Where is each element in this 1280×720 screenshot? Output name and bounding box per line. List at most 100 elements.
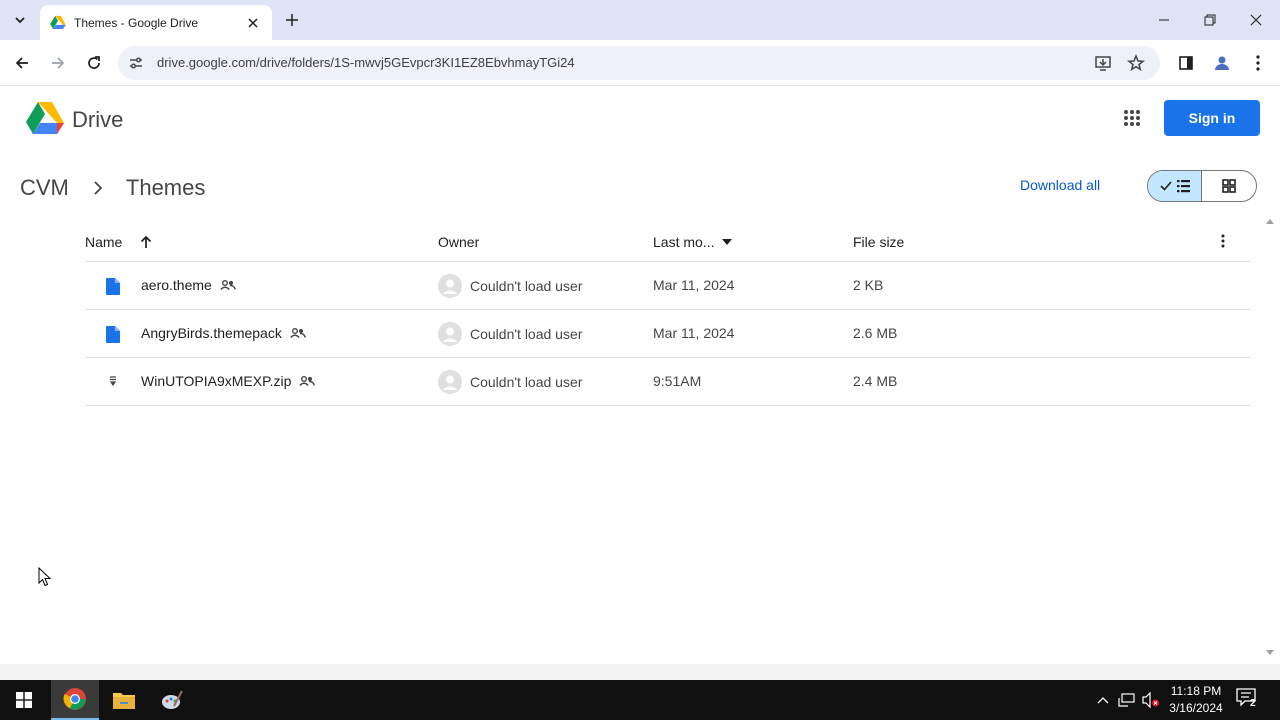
side-panel-button[interactable]	[1174, 51, 1198, 75]
install-app-icon[interactable]	[1093, 53, 1113, 73]
apps-grid-icon	[1124, 110, 1140, 126]
column-file-size-label: File size	[853, 234, 905, 250]
taskbar-paint[interactable]	[148, 680, 196, 720]
start-button[interactable]	[0, 680, 48, 720]
mouse-cursor-icon	[38, 567, 52, 587]
shared-people-icon	[299, 376, 316, 386]
view-toggle	[1147, 170, 1257, 202]
list-view-icon	[1159, 180, 1190, 193]
minimize-button[interactable]	[1141, 6, 1187, 34]
column-owner-label: Owner	[438, 234, 480, 250]
column-header-file-size: File size	[853, 234, 904, 250]
more-vert-icon	[1221, 234, 1225, 248]
breadcrumb-parent[interactable]: CVM	[20, 175, 69, 201]
taskbar-chrome[interactable]	[51, 680, 99, 720]
reload-button[interactable]	[80, 49, 108, 77]
forward-button[interactable]	[44, 49, 72, 77]
scroll-up-arrow-icon[interactable]	[1266, 218, 1274, 224]
paint-icon	[162, 690, 183, 709]
document-icon	[105, 325, 121, 343]
minimize-icon	[1159, 19, 1169, 21]
drive-header: Drive Sign in	[0, 87, 1280, 151]
profile-button[interactable]	[1210, 51, 1234, 75]
browser-tab-active[interactable]: Themes - Google Drive	[40, 5, 272, 40]
download-all-button[interactable]: Download all	[1020, 177, 1100, 193]
file-name: aero.theme	[141, 277, 236, 293]
file-size: 2.6 MB	[853, 325, 898, 341]
avatar-placeholder-icon	[438, 274, 462, 298]
tab-search-button[interactable]	[8, 8, 32, 32]
file-modified: Mar 11, 2024	[653, 325, 735, 341]
file-owner-text: Couldn't load user	[470, 278, 583, 294]
restore-button[interactable]	[1187, 6, 1233, 34]
google-apps-button[interactable]	[1120, 106, 1144, 130]
drive-logo-icon[interactable]	[26, 101, 64, 135]
column-header-owner: Owner	[438, 234, 479, 250]
taskbar-clock[interactable]: 11:18 PM 3/16/2024	[1160, 683, 1232, 717]
windows-taskbar: 11:18 PM 3/16/2024 2	[0, 680, 1280, 720]
action-center-button[interactable]: 2	[1236, 688, 1264, 712]
clock-time: 11:18 PM	[1170, 684, 1222, 698]
column-last-modified-label: Last mo...	[653, 234, 715, 250]
list-view-button[interactable]	[1148, 171, 1203, 201]
chevron-up-icon	[1097, 697, 1109, 704]
file-list: Name Owner Last mo... File size aero.the…	[85, 222, 1251, 406]
file-size: 2.4 MB	[853, 373, 898, 389]
taskbar-file-explorer[interactable]	[100, 680, 148, 720]
new-tab-button[interactable]	[282, 10, 302, 30]
file-modified: 9:51AM	[653, 373, 702, 389]
browser-menu-button[interactable]	[1246, 51, 1270, 75]
file-size: 2 KB	[853, 277, 884, 293]
file-owner-text: Couldn't load user	[470, 326, 583, 342]
plus-icon	[286, 14, 298, 26]
file-name: AngryBirds.themepack	[141, 325, 306, 341]
folder-icon	[113, 693, 135, 709]
site-info-icon[interactable]	[126, 53, 146, 73]
url-text[interactable]: drive.google.com/drive/folders/1S-mwvj5G…	[157, 55, 575, 70]
tab-close-icon[interactable]	[244, 14, 262, 32]
caret-down-icon	[722, 239, 733, 245]
scroll-down-arrow-icon[interactable]	[1266, 650, 1274, 656]
more-vert-icon	[1256, 55, 1260, 71]
drive-app-name[interactable]: Drive	[72, 107, 123, 133]
document-icon	[105, 277, 121, 295]
sign-in-button[interactable]: Sign in	[1164, 100, 1260, 136]
restore-icon	[1204, 14, 1216, 26]
file-row[interactable]: AngryBirds.themepack Couldn't load user …	[85, 310, 1251, 358]
network-icon[interactable]	[1117, 690, 1137, 710]
file-name-text: aero.theme	[141, 277, 212, 293]
profile-icon	[1215, 56, 1229, 70]
drive-favicon-icon	[50, 15, 66, 31]
list-options-button[interactable]	[1221, 234, 1225, 248]
sort-ascending-icon[interactable]	[140, 235, 152, 249]
close-window-button[interactable]	[1233, 6, 1279, 34]
bookmark-star-icon[interactable]	[1126, 53, 1146, 73]
avatar-placeholder-icon	[438, 322, 462, 346]
side-panel-icon	[1179, 56, 1193, 70]
file-modified: Mar 11, 2024	[653, 277, 735, 293]
chrome-icon	[63, 688, 86, 710]
chevron-right-icon	[79, 176, 117, 200]
grid-view-button[interactable]	[1202, 171, 1256, 201]
column-name-label: Name	[85, 234, 123, 250]
column-header-last-modified[interactable]: Last mo...	[653, 234, 733, 250]
notification-count: 2	[1250, 698, 1256, 709]
show-hidden-icons-button[interactable]	[1093, 690, 1113, 710]
grid-view-icon	[1222, 179, 1236, 193]
shared-people-icon	[220, 280, 236, 290]
volume-muted-icon[interactable]	[1141, 690, 1161, 710]
file-row[interactable]: WinUTOPIA9xMEXP.zip Couldn't load user 9…	[85, 358, 1251, 406]
breadcrumb-current[interactable]: Themes	[126, 175, 205, 201]
zip-icon	[105, 373, 121, 391]
file-name: WinUTOPIA9xMEXP.zip	[141, 373, 316, 389]
clock-date: 3/16/2024	[1169, 701, 1223, 715]
shared-people-icon	[290, 328, 306, 338]
back-button[interactable]	[8, 49, 36, 77]
file-name-text: AngryBirds.themepack	[141, 325, 282, 341]
arrow-right-icon	[52, 57, 65, 69]
file-list-header: Name Owner Last mo... File size	[85, 222, 1251, 262]
file-owner: Couldn't load user	[438, 274, 582, 298]
column-header-name[interactable]: Name	[85, 234, 152, 250]
address-bar[interactable]: drive.google.com/drive/folders/1S-mwvj5G…	[118, 46, 1160, 80]
file-row[interactable]: aero.theme Couldn't load user Mar 11, 20…	[85, 262, 1251, 310]
